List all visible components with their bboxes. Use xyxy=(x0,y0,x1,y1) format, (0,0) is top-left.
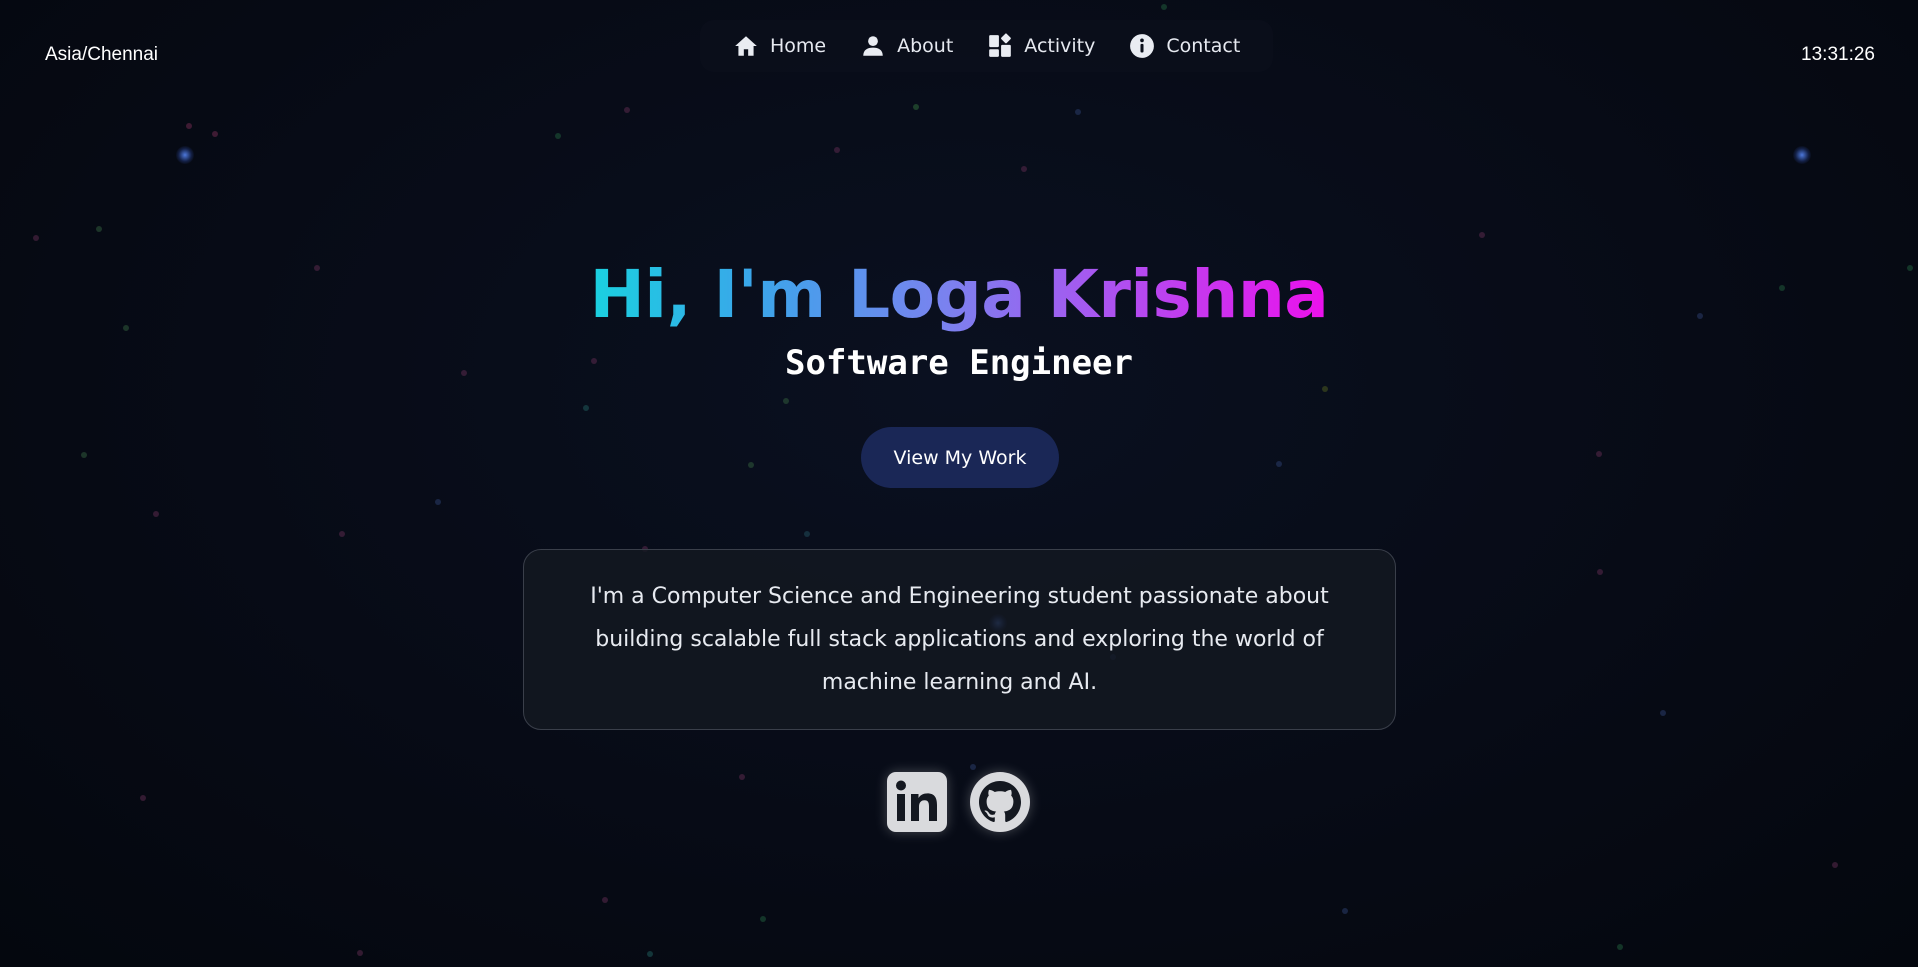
star-dot xyxy=(1832,862,1838,868)
nav-item-activity[interactable]: Activity xyxy=(970,20,1112,72)
star-dot xyxy=(739,774,745,780)
star-dot xyxy=(1021,166,1027,172)
star-dot xyxy=(1596,451,1602,457)
star-dot xyxy=(804,531,810,537)
about-text: I'm a Computer Science and Engineering s… xyxy=(590,584,1329,695)
hero-title: Hi, I'm Loga Krishna xyxy=(0,255,1918,335)
hero-title-text: Hi, I'm Loga Krishna xyxy=(589,256,1329,333)
star-dot xyxy=(33,235,39,241)
star-dot xyxy=(1597,569,1603,575)
user-icon xyxy=(860,33,886,59)
timezone-label: Asia/Chennai xyxy=(45,44,159,65)
star-dot xyxy=(1342,908,1348,914)
star-dot xyxy=(212,131,218,137)
dashboard-icon xyxy=(987,33,1013,59)
star-dot xyxy=(1322,386,1328,392)
star-dot xyxy=(748,462,754,468)
home-icon xyxy=(733,33,759,59)
nav-item-label: Home xyxy=(770,35,827,57)
star-dot xyxy=(1617,944,1623,950)
page: Asia/Chennai 13:31:26 Home About Activit… xyxy=(0,0,1918,967)
star-dot xyxy=(153,511,159,517)
linkedin-link[interactable] xyxy=(885,770,949,834)
info-icon xyxy=(1129,33,1155,59)
star-dot xyxy=(1075,109,1081,115)
nav-item-label: Contact xyxy=(1166,35,1241,57)
linkedin-icon xyxy=(885,770,949,834)
star-dot xyxy=(555,133,561,139)
star-dot xyxy=(339,531,345,537)
star-dot xyxy=(624,107,630,113)
glow-dot xyxy=(176,146,194,164)
star-dot xyxy=(140,795,146,801)
nav-item-home[interactable]: Home xyxy=(716,20,843,72)
top-nav: Home About Activity Contact xyxy=(700,20,1274,72)
nav-item-label: Activity xyxy=(1024,35,1096,57)
star-dot xyxy=(435,499,441,505)
star-dot xyxy=(186,123,192,129)
star-dot xyxy=(96,226,102,232)
star-dot xyxy=(1276,461,1282,467)
star-dot xyxy=(783,398,789,404)
github-link[interactable] xyxy=(968,770,1032,834)
role-subtitle: Software Engineer xyxy=(785,343,1133,383)
star-dot xyxy=(647,951,653,957)
clock-time: 13:31:26 xyxy=(1801,44,1875,65)
github-icon xyxy=(968,770,1032,834)
view-my-work-button[interactable]: View My Work xyxy=(861,427,1059,488)
nav-item-about[interactable]: About xyxy=(843,20,970,72)
nav-item-contact[interactable]: Contact xyxy=(1112,20,1257,72)
star-dot xyxy=(602,897,608,903)
social-links xyxy=(885,770,1032,834)
star-dot xyxy=(81,452,87,458)
nav-item-label: About xyxy=(897,35,954,57)
star-dot xyxy=(1660,710,1666,716)
star-dot xyxy=(357,950,363,956)
glow-dot xyxy=(1793,146,1811,164)
star-dot xyxy=(834,147,840,153)
about-card: I'm a Computer Science and Engineering s… xyxy=(523,549,1396,730)
star-dot xyxy=(913,104,919,110)
star-dot xyxy=(760,916,766,922)
star-dot xyxy=(583,405,589,411)
star-dot xyxy=(1161,4,1167,10)
star-dot xyxy=(1479,232,1485,238)
